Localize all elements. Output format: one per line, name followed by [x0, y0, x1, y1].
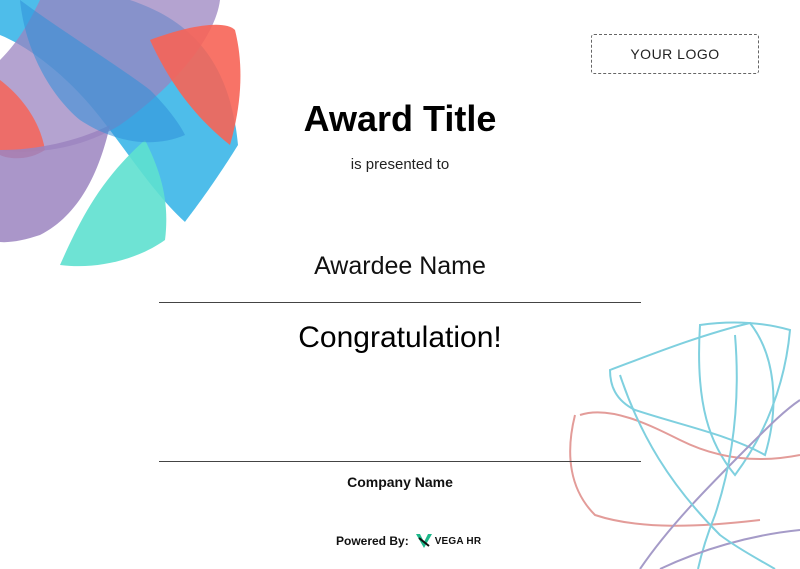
- powered-by-label: Powered By:: [336, 534, 409, 548]
- brand-name: VEGA HR: [434, 535, 482, 547]
- congratulation-text: Congratulation!: [298, 321, 502, 354]
- decorative-swirl-top-left: [0, 0, 241, 267]
- vega-hr-icon: [415, 534, 432, 548]
- powered-by: Powered By: VEGA HR: [336, 530, 481, 552]
- certificate: YOUR LOGO Award Title is presented to Aw…: [0, 0, 800, 569]
- presented-to-text: is presented to: [350, 156, 450, 173]
- logo-placeholder[interactable]: YOUR LOGO: [591, 34, 759, 74]
- awardee-underline: [159, 302, 641, 303]
- awardee-name: Awardee Name: [314, 252, 486, 280]
- company-name: Company Name: [347, 474, 453, 490]
- vega-hr-logo[interactable]: VEGA HR: [415, 532, 482, 550]
- award-title: Award Title: [303, 98, 497, 139]
- signature-line: [159, 461, 641, 462]
